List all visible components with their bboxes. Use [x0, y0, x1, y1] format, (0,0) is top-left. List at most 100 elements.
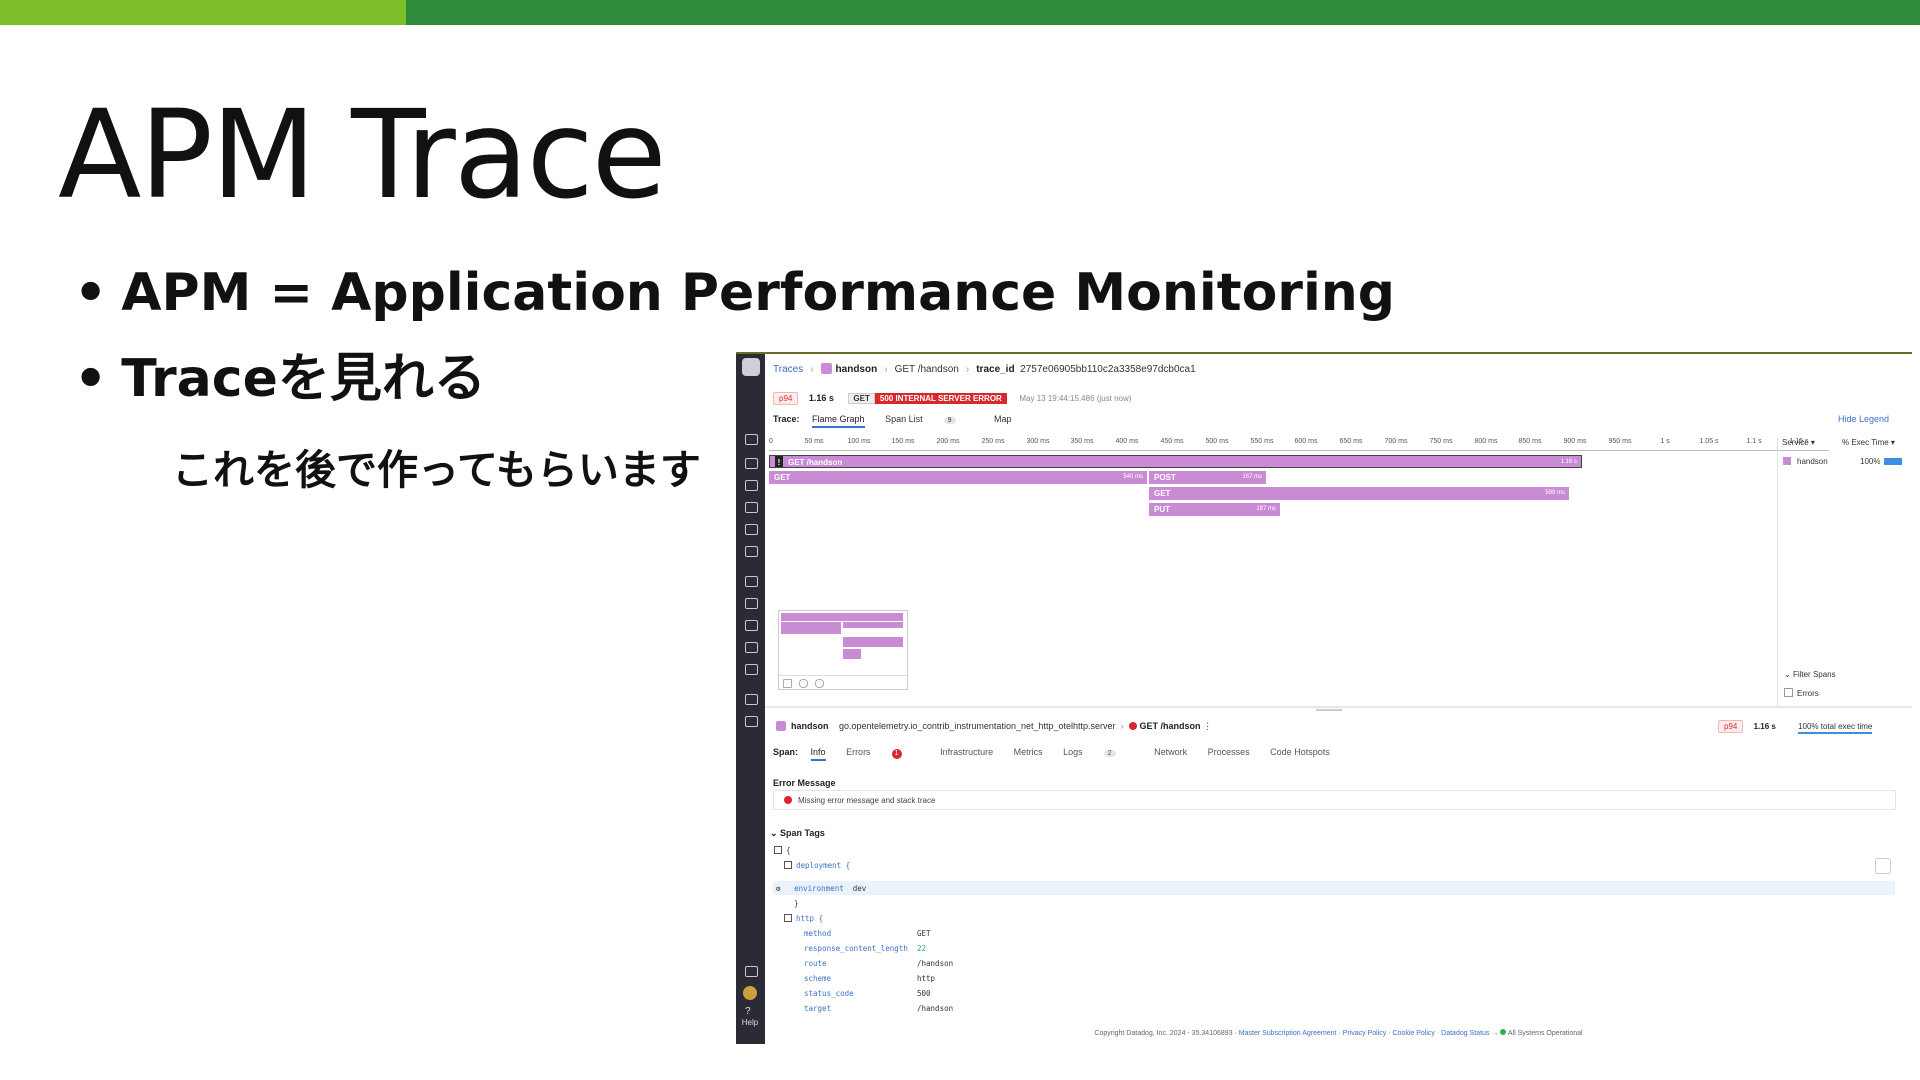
span-tags-title: Span Tags [780, 828, 825, 838]
more-icon[interactable]: ⋮ [1203, 721, 1212, 731]
tab-network[interactable]: Network [1154, 747, 1187, 757]
apm-icon[interactable] [745, 576, 758, 587]
breadcrumb-resource[interactable]: GET /handson [895, 364, 959, 375]
span-operation[interactable]: go.opentelemetry.io_contrib_instrumentat… [839, 721, 1116, 731]
legend-pct: 100% [1860, 457, 1881, 466]
tab-flame-graph[interactable]: Flame Graph [812, 414, 865, 428]
dashboard-icon[interactable] [745, 480, 758, 491]
error-message-box: Missing error message and stack trace [773, 790, 1896, 810]
tab-map[interactable]: Map [994, 414, 1012, 424]
footer-status-link[interactable]: Datadog Status → [1441, 1030, 1498, 1037]
tag-value: http [917, 974, 936, 983]
axis-tick: 300 ms [1026, 438, 1050, 445]
footer-msa-link[interactable]: Master Subscription Agreement [1239, 1030, 1337, 1037]
flame-minimap[interactable] [778, 610, 908, 690]
legend-service-header[interactable]: Service [1782, 438, 1809, 447]
trace-summary: p94 1.16 s GET 500 INTERNAL SERVER ERROR … [773, 392, 1131, 405]
chevron-down-icon[interactable]: ▾ [1811, 438, 1815, 447]
span-resource[interactable]: GET /handson [1140, 721, 1201, 731]
errors-checkbox[interactable]: Errors [1784, 688, 1819, 698]
checkbox-icon[interactable] [1784, 688, 1793, 697]
links-icon[interactable] [745, 642, 758, 653]
axis-tick: 250 ms [981, 438, 1005, 445]
monitors-icon[interactable] [745, 502, 758, 513]
p94-badge[interactable]: p94 [773, 392, 799, 405]
tab-code-hotspots[interactable]: Code Hotspots [1270, 747, 1330, 757]
footer-ops: All Systems Operational [1507, 1030, 1583, 1037]
json-http-row[interactable]: response_content_length [804, 944, 908, 953]
json-http-row[interactable]: route [804, 959, 827, 968]
footer-cookie-link[interactable]: Cookie Policy [1393, 1030, 1435, 1037]
span-service[interactable]: handson [791, 721, 829, 731]
resize-handle[interactable] [1316, 709, 1342, 711]
tab-errors[interactable]: Errors 1 [846, 747, 920, 759]
security-icon[interactable] [745, 664, 758, 675]
zoom-out-icon[interactable] [799, 679, 808, 688]
tab-info[interactable]: Info [810, 747, 826, 761]
axis-tick: 750 ms [1429, 438, 1453, 445]
breadcrumb-service[interactable]: handson [836, 364, 878, 375]
collapse-icon[interactable] [784, 861, 792, 869]
settings-icon[interactable] [745, 716, 758, 727]
infrastructure-icon[interactable] [745, 620, 758, 631]
bullet-trace: • Traceを見れる [74, 349, 486, 409]
search-icon[interactable] [1875, 858, 1891, 874]
history-icon[interactable] [745, 458, 758, 469]
json-http-row[interactable]: target [804, 1004, 831, 1013]
status-badge: 500 INTERNAL SERVER ERROR [874, 393, 1007, 404]
span-put[interactable]: PUT 187 ms [1149, 503, 1280, 516]
collapse-icon[interactable] [784, 914, 792, 922]
search-icon[interactable] [745, 434, 758, 445]
json-http-row[interactable]: status_code [804, 989, 854, 998]
axis-tick: 800 ms [1474, 438, 1498, 445]
logs-icon[interactable] [745, 598, 758, 609]
help-label[interactable]: Help [739, 1018, 761, 1027]
footer-privacy-link[interactable]: Privacy Policy [1343, 1030, 1387, 1037]
legend-exec-header[interactable]: % Exec Time ▾ [1842, 438, 1895, 447]
span-post[interactable]: POST 167 ms [1149, 471, 1266, 484]
help-icon[interactable]: ? [745, 1006, 751, 1017]
tab-infrastructure[interactable]: Infrastructure [940, 747, 993, 757]
integrations-icon[interactable] [745, 546, 758, 557]
zoom-in-icon[interactable] [815, 679, 824, 688]
status-dot-icon [1500, 1029, 1507, 1035]
filter-spans-toggle[interactable]: ⌄ Filter Spans [1784, 670, 1836, 679]
axis-tick: 900 ms [1563, 438, 1587, 445]
gauge-icon[interactable] [745, 694, 758, 705]
hide-legend-button[interactable]: Hide Legend [1838, 414, 1889, 424]
binoculars-icon[interactable] [745, 524, 758, 535]
axis-tick: 950 ms [1608, 438, 1632, 445]
axis-tick: 650 ms [1339, 438, 1363, 445]
span-put-duration: 187 ms [1256, 506, 1276, 512]
span-root-label: GET /handson [788, 458, 843, 467]
tab-span-list[interactable]: Span List 9 [885, 414, 973, 424]
puzzle-icon[interactable] [745, 966, 758, 977]
breadcrumb-traces[interactable]: Traces [773, 364, 803, 375]
gear-icon[interactable]: ⚙ [776, 884, 781, 893]
span-get-1[interactable]: GET 540 ms [769, 471, 1147, 484]
datadog-logo-icon[interactable] [742, 358, 760, 376]
json-close-deployment: } [794, 899, 799, 908]
span-tags-toggle[interactable]: ⌄ Span Tags [770, 828, 825, 839]
legend-row-handson[interactable]: handson 100% [1783, 457, 1902, 466]
json-root[interactable]: { [774, 846, 791, 855]
json-http-row[interactable]: scheme [804, 974, 831, 983]
tab-logs[interactable]: Logs 2 [1063, 747, 1133, 757]
json-http-key: http { [796, 914, 824, 923]
tab-processes[interactable]: Processes [1208, 747, 1250, 757]
user-avatar[interactable] [743, 986, 757, 1000]
collapse-icon[interactable] [774, 846, 782, 854]
json-http-row[interactable]: method [804, 929, 831, 938]
json-deployment[interactable]: deployment { [784, 861, 850, 870]
json-http[interactable]: http { [784, 914, 823, 923]
span-p94-badge[interactable]: p94 [1718, 720, 1744, 733]
span-get-2[interactable]: GET 599 ms [1149, 487, 1569, 500]
axis-tick: 500 ms [1205, 438, 1229, 445]
fit-icon[interactable] [783, 679, 792, 688]
service-icon [776, 721, 786, 731]
error-icon: ! [775, 456, 783, 467]
json-environment[interactable]: ⚙ environment dev [776, 884, 866, 893]
tab-metrics[interactable]: Metrics [1014, 747, 1043, 757]
chevron-right-icon: › [810, 364, 814, 375]
span-root[interactable]: ! GET /handson 1.16 s [769, 455, 1582, 468]
